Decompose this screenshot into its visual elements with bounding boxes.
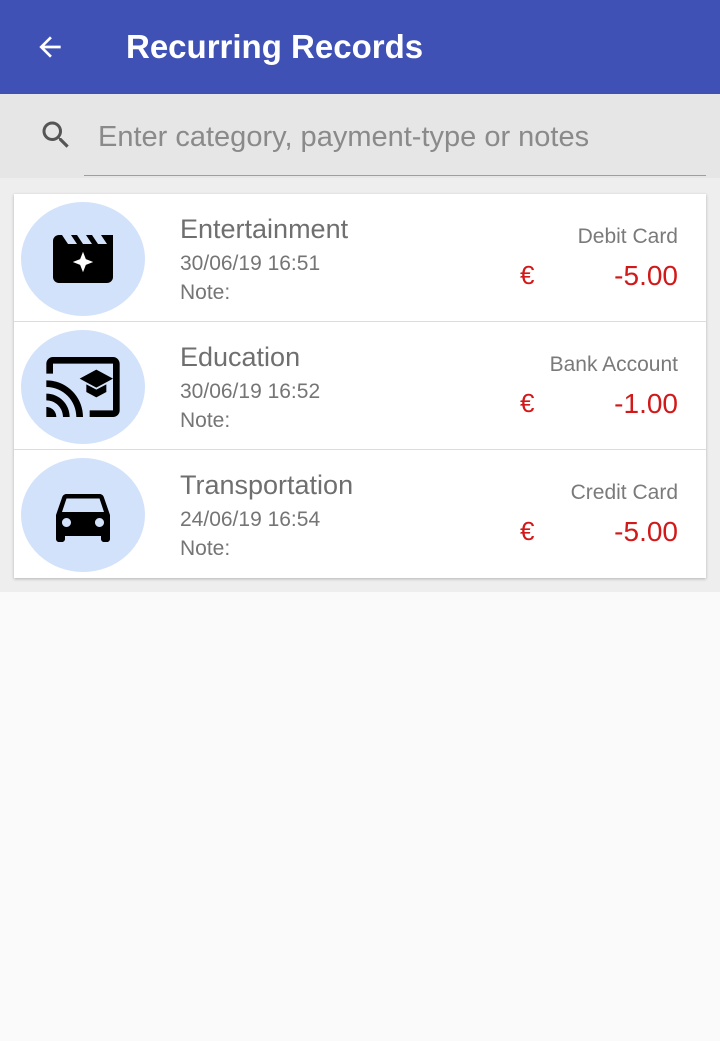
category-name: Education <box>180 342 301 372</box>
arrow-back-icon <box>39 36 61 58</box>
currency-symbol: € <box>520 516 535 546</box>
car-icon <box>56 494 110 542</box>
payment-type: Credit Card <box>570 481 678 504</box>
record-amount: -1.00 <box>614 388 678 419</box>
currency-symbol: € <box>520 388 535 418</box>
currency-symbol: € <box>520 260 535 290</box>
category-avatar <box>21 330 145 444</box>
category-name: Transportation <box>180 470 354 500</box>
record-amount: -5.00 <box>614 260 678 291</box>
record-date: 30/06/19 16:51 <box>180 252 321 275</box>
page-title: Recurring Records <box>126 28 424 65</box>
list-item[interactable]: Education 30/06/19 16:52 Note: Bank Acco… <box>14 322 706 450</box>
record-note: Note: <box>180 537 231 560</box>
cast-for-education-icon <box>46 357 120 417</box>
category-avatar <box>21 458 145 572</box>
record-amount: -5.00 <box>614 516 678 547</box>
category-name: Entertainment <box>180 214 349 244</box>
record-date: 30/06/19 16:52 <box>180 380 321 403</box>
category-avatar <box>21 202 145 316</box>
payment-type: Debit Card <box>577 225 678 248</box>
app-bar: Recurring Records <box>0 0 720 94</box>
record-note: Note: <box>180 409 231 432</box>
list-item[interactable]: Transportation 24/06/19 16:54 Note: Cred… <box>14 450 706 578</box>
search-input[interactable] <box>84 100 706 176</box>
record-note: Note: <box>180 281 231 304</box>
payment-type: Bank Account <box>549 353 678 376</box>
back-button[interactable] <box>30 27 70 67</box>
search-icon <box>42 121 69 148</box>
movie-icon <box>53 235 113 283</box>
record-date: 24/06/19 16:54 <box>180 508 321 531</box>
list-item[interactable]: Entertainment 30/06/19 16:51 Note: Debit… <box>14 194 706 322</box>
records-list: Entertainment 30/06/19 16:51 Note: Debit… <box>14 194 706 578</box>
